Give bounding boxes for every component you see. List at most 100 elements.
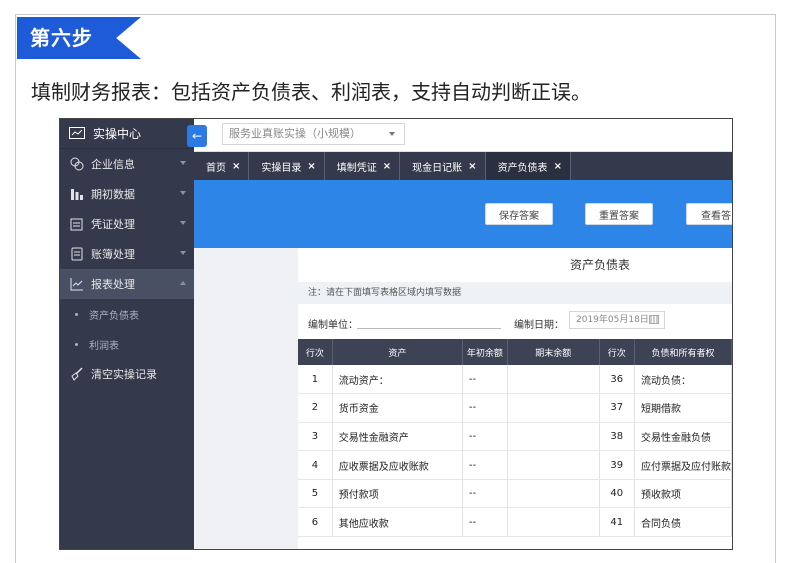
voucher-icon: [69, 217, 84, 232]
table-header-row: 行次 资产 年初余额 期末余额 行次 负债和所有者权: [298, 339, 732, 365]
sidebar-header-label: 实操中心: [93, 127, 142, 141]
liability-name: 短期借款: [634, 393, 732, 423]
bar-chart-icon: [69, 187, 84, 202]
liability-name: 预收款项: [634, 479, 732, 509]
date-label: 编制日期：: [514, 320, 564, 331]
end-balance-cell[interactable]: [507, 422, 600, 452]
ledger-icon: [69, 247, 84, 262]
sidebar-item-label: 期初数据: [91, 188, 135, 201]
headline: 填制财务报表：包括资产负债表、利润表，支持自动判断正误。: [31, 80, 591, 104]
frame-line-top: [15, 14, 776, 15]
tab-home[interactable]: 首页 ×: [194, 152, 250, 180]
building-icon: [69, 157, 84, 172]
col-header: 行次: [298, 339, 333, 365]
row-no-2: 40: [599, 479, 635, 509]
sidebar-item-ledger[interactable]: 账簿处理: [60, 239, 194, 269]
begin-balance-cell[interactable]: --: [462, 479, 508, 509]
save-answer-button[interactable]: 保存答案: [485, 203, 553, 225]
line-chart-icon: [69, 277, 84, 292]
begin-balance-cell[interactable]: --: [462, 450, 508, 480]
close-icon[interactable]: ×: [232, 161, 240, 172]
asset-name: 交易性金融资产: [332, 422, 463, 452]
sidebar-item-opening[interactable]: 期初数据: [60, 179, 194, 209]
frame-line-right: [775, 14, 776, 563]
arrow-left-icon: ←: [191, 129, 203, 143]
step-tag: 第六步: [17, 17, 141, 59]
sidebar-subitem-label: 资产负债表: [89, 310, 139, 322]
row-no-2: 39: [599, 450, 635, 480]
begin-balance-cell[interactable]: --: [462, 507, 508, 538]
table-row: 5 预付款项 -- 40 预收款项: [298, 479, 732, 509]
begin-balance-cell[interactable]: --: [462, 393, 508, 423]
close-icon[interactable]: ×: [383, 161, 391, 172]
broom-icon: [69, 367, 84, 382]
sidebar-item-label: 凭证处理: [91, 218, 135, 231]
chevron-down-icon: [180, 221, 186, 225]
chevron-down-icon: [180, 191, 186, 195]
close-icon[interactable]: ×: [468, 161, 476, 172]
table-row: 4 应收票据及应收账款 -- 39 应付票据及应付账款: [298, 450, 732, 480]
begin-balance-cell[interactable]: --: [462, 365, 508, 395]
tab-label: 填制凭证: [336, 162, 377, 174]
end-balance-cell[interactable]: [507, 507, 600, 538]
liability-name: 交易性金融负债: [634, 422, 732, 452]
end-balance-cell[interactable]: [507, 393, 600, 423]
table-row: 3 交易性金融资产 -- 38 交易性金融负债: [298, 422, 732, 452]
asset-name: 预付款项: [332, 479, 463, 509]
sidebar-item-label: 报表处理: [91, 278, 135, 291]
row-no-2: 37: [599, 393, 635, 423]
tab-label: 首页: [206, 162, 226, 174]
table-row: 1 流动资产： -- 36 流动负债：: [298, 365, 732, 395]
collapse-sidebar-button[interactable]: ←: [187, 125, 207, 147]
sidebar-item-clear[interactable]: 清空实操记录: [60, 359, 194, 389]
unit-input[interactable]: [357, 328, 501, 329]
sidebar-subitem-balance-sheet[interactable]: 资产负债表: [60, 299, 194, 329]
sidebar-item-report[interactable]: 报表处理: [60, 269, 194, 299]
tab-label: 现金日记账: [412, 162, 463, 174]
report-notice: 注：请在下面填写表格区域内填写数据: [298, 282, 732, 304]
sidebar-subitem-label: 利润表: [89, 340, 119, 352]
course-select[interactable]: 服务业真账实操（小规模）: [222, 123, 405, 145]
row-no-2: 41: [599, 507, 635, 538]
sidebar-item-company[interactable]: 企业信息: [60, 149, 194, 179]
reset-answer-button[interactable]: 重置答案: [585, 203, 653, 225]
tab-cash-journal[interactable]: 现金日记账 ×: [400, 152, 486, 180]
tab-catalog[interactable]: 实操目录 ×: [249, 152, 325, 180]
row-no: 4: [298, 450, 333, 480]
chevron-up-icon: [180, 281, 186, 285]
row-no: 5: [298, 479, 333, 509]
row-no: 2: [298, 393, 333, 423]
liability-name: 流动负债：: [634, 365, 732, 395]
report-panel: 资产负债表 注：请在下面填写表格区域内填写数据 编制单位： 编制日期： 2019…: [298, 248, 732, 549]
end-balance-cell[interactable]: [507, 365, 600, 395]
tab-voucher[interactable]: 填制凭证 ×: [325, 152, 401, 180]
date-input[interactable]: 2019年05月18日: [569, 311, 665, 329]
view-answer-button[interactable]: 查看答: [686, 203, 732, 225]
begin-balance-cell[interactable]: --: [462, 422, 508, 452]
content-left-gutter: [194, 248, 298, 549]
row-no: 3: [298, 422, 333, 452]
chevron-down-icon: [180, 161, 186, 165]
sidebar-item-voucher[interactable]: 凭证处理: [60, 209, 194, 239]
close-icon[interactable]: ×: [307, 161, 315, 172]
chevron-down-icon: [180, 251, 186, 255]
row-no: 6: [298, 507, 333, 538]
topbar: 服务业真账实操（小规模）: [194, 119, 732, 152]
frame-line-left: [15, 14, 16, 563]
app-window: 实操中心 企业信息 期初数据 凭证处理 账簿处理 报表处理 资产负债表 利润表 …: [59, 118, 733, 550]
report-title: 资产负债表: [569, 258, 630, 272]
sidebar-header[interactable]: 实操中心: [60, 119, 194, 149]
tab-balance-sheet[interactable]: 资产负债表 ×: [485, 152, 571, 180]
close-icon[interactable]: ×: [554, 161, 562, 172]
course-select-value: 服务业真账实操（小规模）: [229, 127, 361, 140]
sidebar-item-label: 企业信息: [91, 158, 135, 171]
sidebar: 实操中心 企业信息 期初数据 凭证处理 账簿处理 报表处理 资产负债表 利润表 …: [60, 119, 194, 549]
row-no-2: 38: [599, 422, 635, 452]
sidebar-subitem-income[interactable]: 利润表: [60, 329, 194, 359]
col-header: 期末余额: [507, 339, 600, 365]
unit-label: 编制单位：: [308, 320, 358, 331]
col-header: 行次: [599, 339, 635, 365]
calendar-icon[interactable]: [649, 315, 659, 324]
end-balance-cell[interactable]: [507, 450, 600, 480]
end-balance-cell[interactable]: [507, 479, 600, 509]
